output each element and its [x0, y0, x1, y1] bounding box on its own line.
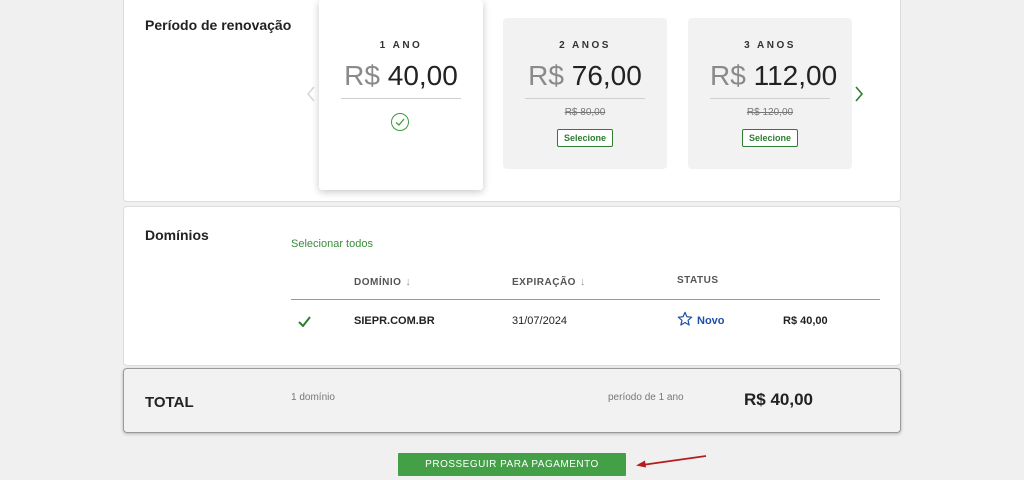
plan-currency: R$	[528, 60, 564, 91]
selected-check-icon	[391, 113, 409, 131]
column-label: DOMÍNIO	[354, 277, 402, 288]
plan-currency: R$	[344, 60, 380, 91]
domains-title: Domínios	[145, 227, 209, 243]
column-label: EXPIRAÇÃO	[512, 277, 576, 288]
plan-card-1-year[interactable]: 1 ANO R$ 40,00	[319, 0, 483, 190]
plan-card-3-years[interactable]: 3 ANOS R$ 112,00 R$ 120,00 Selecione	[688, 18, 852, 169]
chevron-left-icon[interactable]	[306, 86, 316, 102]
table-divider	[291, 299, 880, 300]
proceed-to-payment-button[interactable]: PROSSEGUIR PARA PAGAMENTO	[398, 453, 626, 476]
column-header-expiration[interactable]: EXPIRAÇÃO ↓	[512, 276, 586, 288]
status-badge: Novo	[697, 315, 725, 327]
plan-period: 1 ANO	[379, 40, 423, 51]
sort-arrow-icon: ↓	[579, 276, 586, 288]
select-plan-button[interactable]: Selecione	[741, 129, 799, 147]
plan-period: 2 ANOS	[559, 40, 611, 51]
renewal-title: Período de renovação	[145, 17, 292, 33]
row-checkmark-icon[interactable]	[298, 316, 311, 327]
plan-card-2-years[interactable]: 2 ANOS R$ 76,00 R$ 80,00 Selecione	[503, 18, 667, 169]
plan-price: R$ 40,00	[341, 60, 461, 99]
total-amount: R$ 40,00	[744, 390, 813, 409]
domain-expiration: 31/07/2024	[512, 315, 568, 327]
select-plan-button[interactable]: Selecione	[556, 129, 614, 147]
plan-price: R$ 76,00	[525, 60, 645, 99]
column-header-status: STATUS	[677, 275, 719, 286]
plan-amount: 40,00	[387, 60, 458, 91]
plan-period: 3 ANOS	[744, 40, 796, 51]
plan-price: R$ 112,00	[710, 60, 837, 99]
chevron-right-icon[interactable]	[854, 86, 864, 102]
select-all-link[interactable]: Selecionar todos	[291, 238, 373, 250]
plan-amount: 76,00	[571, 60, 642, 91]
sort-arrow-icon: ↓	[405, 276, 412, 288]
annotation-arrow-icon	[636, 455, 707, 468]
total-domain-count: 1 domínio	[291, 392, 335, 403]
plan-old-price: R$ 120,00	[746, 107, 794, 118]
plan-amount: 112,00	[753, 60, 838, 91]
plan-old-price: R$ 80,00	[564, 107, 606, 118]
total-period: período de 1 ano	[608, 392, 684, 403]
domain-price: R$ 40,00	[783, 315, 828, 327]
domain-name: SIEPR.COM.BR	[354, 315, 435, 327]
plan-currency: R$	[710, 60, 746, 91]
column-header-domain[interactable]: DOMÍNIO ↓	[354, 276, 411, 288]
star-icon	[677, 311, 693, 326]
total-label: TOTAL	[145, 394, 194, 411]
